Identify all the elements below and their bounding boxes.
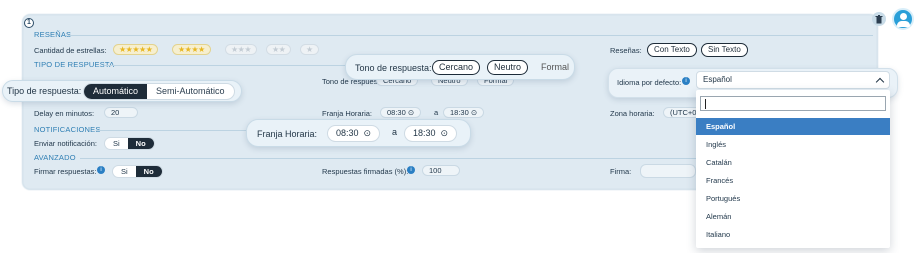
clock-icon[interactable]: ⊙ — [441, 128, 449, 138]
firmadas-input[interactable]: 100 — [422, 165, 460, 176]
tono-label: Tono de respuesta: — [355, 63, 432, 73]
trash-icon[interactable] — [872, 12, 886, 26]
firmadas-label: Respuestas firmadas (%): — [322, 167, 409, 176]
firmar-toggle[interactable]: Si No — [112, 165, 163, 178]
chevron-up-icon[interactable] — [875, 77, 885, 87]
con-texto-toggle[interactable]: Con Texto — [647, 43, 697, 57]
tono-cercano[interactable]: Cercano — [432, 60, 481, 75]
info-icon[interactable]: i — [407, 166, 415, 174]
section-notificaciones: NOTIFICACIONES — [34, 125, 101, 134]
stars-4-button[interactable]: ★★★★ — [172, 44, 211, 55]
tipo-semi-automatico[interactable]: Semi-Automático — [147, 84, 234, 99]
clock-icon[interactable]: ⊙ — [364, 128, 372, 138]
franja-to-value: 18:30 — [413, 128, 436, 138]
section-tipo: TIPO DE RESPUESTA — [34, 60, 115, 69]
franja-sep-bg: a — [434, 108, 439, 117]
franja-to-input[interactable]: 18:30 ⊙ — [404, 125, 458, 142]
delay-label: Delay en minutos: — [34, 109, 95, 118]
idioma-option-frances[interactable]: Francés — [696, 172, 890, 189]
stars-3-button[interactable]: ★★★ — [225, 44, 258, 55]
firmar-label: Firmar respuestas: — [34, 167, 97, 176]
notif-toggle[interactable]: Si No — [104, 137, 155, 150]
stars-2-button[interactable]: ★★ — [266, 44, 292, 55]
stars-label: Cantidad de estrellas: — [34, 46, 107, 55]
tono-neutro[interactable]: Neutro — [487, 60, 529, 75]
idioma-option-catalan[interactable]: Catalán — [696, 154, 890, 171]
section-resenas: RESEÑAS — [34, 30, 72, 39]
franja-from-bg[interactable]: 08:30 ⊙ — [380, 107, 422, 118]
notif-si[interactable]: Si — [105, 138, 128, 149]
franja-from-input[interactable]: 08:30 ⊙ — [327, 125, 381, 142]
info-icon[interactable]: i — [97, 166, 105, 174]
firma-input[interactable] — [640, 164, 696, 178]
tipo-automatico[interactable]: Automático — [84, 84, 148, 99]
tono-formal[interactable]: Formal — [534, 60, 576, 75]
tono-callout: Tono de respuesta: Cercano Neutro Formal — [345, 54, 575, 80]
divider — [96, 130, 246, 131]
sin-texto-toggle[interactable]: Sin Texto — [701, 43, 748, 57]
franja-from-bg-value: 08:30 — [387, 108, 406, 117]
notif-label: Enviar notificación: — [34, 139, 97, 148]
franja-from-value: 08:30 — [336, 128, 359, 138]
resenas-label: Reseñas: — [610, 46, 642, 55]
idioma-option-aleman[interactable]: Alemán — [696, 208, 890, 225]
divider — [68, 35, 873, 36]
stars-5-button[interactable]: ★★★★★ — [113, 44, 159, 55]
info-icon[interactable]: i — [682, 77, 690, 85]
franja-to-bg-value: 18:30 — [450, 108, 469, 117]
tipo-toggle[interactable]: Automático Semi-Automático — [83, 83, 235, 100]
user-avatar-icon[interactable] — [892, 8, 914, 30]
franja-label-bg: Franja Horaria: — [322, 109, 373, 118]
idioma-dropdown-list: Español Inglés Catalán Francés Portugués… — [696, 90, 890, 248]
idioma-option-ingles[interactable]: Inglés — [696, 136, 890, 153]
franja-sep: a — [392, 127, 398, 137]
franja-to-bg[interactable]: 18:30 ⊙ — [443, 107, 485, 118]
firmar-no[interactable]: No — [135, 166, 162, 177]
panel-index-badge: 1 — [24, 18, 34, 28]
notif-no[interactable]: No — [127, 138, 154, 149]
idioma-option-portugues[interactable]: Portugués — [696, 190, 890, 207]
delay-input[interactable]: 20 — [104, 107, 138, 118]
text-cursor — [705, 99, 706, 109]
franja-callout: Franja Horaria: 08:30 ⊙ a 18:30 ⊙ — [246, 119, 471, 147]
tipo-label: Tipo de respuesta: — [7, 86, 82, 96]
firma-label: Firma: — [610, 167, 632, 176]
firmar-si[interactable]: Si — [113, 166, 136, 177]
tipo-callout: Tipo de respuesta: Automático Semi-Autom… — [2, 80, 242, 102]
zona-label: Zona horaria: — [610, 109, 655, 118]
idioma-selected: Español — [703, 75, 732, 84]
idioma-label: Idioma por defecto: — [617, 78, 682, 87]
franja-label: Franja Horaria: — [257, 129, 318, 139]
stars-1-button[interactable]: ★ — [300, 44, 319, 55]
divider — [104, 65, 349, 66]
idioma-option-espanol[interactable]: Español — [696, 118, 890, 135]
section-avanzado: AVANZADO — [34, 153, 76, 162]
idioma-search-input[interactable] — [700, 96, 886, 111]
idioma-select[interactable]: Español — [696, 71, 890, 89]
idioma-option-italiano[interactable]: Italiano — [696, 226, 890, 243]
